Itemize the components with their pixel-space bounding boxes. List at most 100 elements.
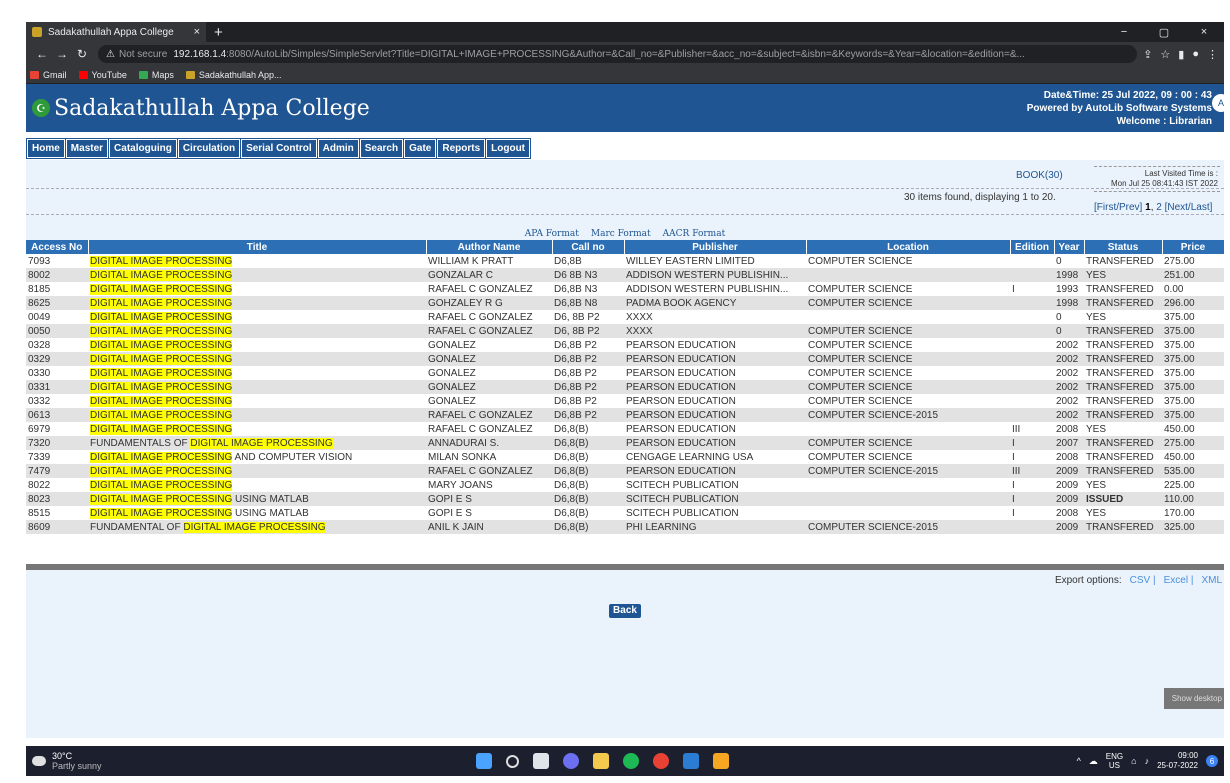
table-row[interactable]: 7339 DIGITAL IMAGE PROCESSING AND COMPUTE… [26,450,1224,464]
access-no-link[interactable]: 6979 [26,422,88,436]
column-header[interactable]: Access No [26,240,89,254]
table-row[interactable]: 0050 DIGITAL IMAGE PROCESSING RAFAEL C GON… [26,324,1224,338]
profile-icon[interactable]: ● [1192,48,1199,61]
avatar[interactable]: A [1212,94,1224,112]
pager-first-prev[interactable]: [First/Prev] [1094,202,1142,213]
access-no-link[interactable]: 0330 [26,366,88,380]
access-no-link[interactable]: 0613 [26,408,88,422]
app-icon[interactable] [713,753,729,769]
column-header[interactable]: Author Name [426,240,553,254]
chat-icon[interactable] [563,753,579,769]
access-no-link[interactable]: 0328 [26,338,88,352]
menu-item-reports[interactable]: Reports [437,139,486,158]
export-csv-link[interactable]: CSV | [1130,575,1156,586]
notification-badge[interactable]: 6 [1206,755,1218,767]
table-row[interactable]: 7320 FUNDAMENTALS OF DIGITAL IMAGE PROCES… [26,436,1224,450]
chevron-up-icon[interactable]: ^ [1077,756,1081,766]
table-row[interactable]: 8625 DIGITAL IMAGE PROCESSING GOHZALEY R G… [26,296,1224,310]
pager-next-last[interactable]: [Next/Last] [1165,202,1213,213]
menu-item-serial-control[interactable]: Serial Control [241,139,317,158]
table-row[interactable]: 7093 DIGITAL IMAGE PROCESSING WILLIAM K PR… [26,254,1224,268]
bookmark-item[interactable]: Maps [138,70,174,80]
access-no-link[interactable]: 8002 [26,268,88,282]
access-no-link[interactable]: 8609 [26,520,88,534]
chrome-icon[interactable] [653,753,669,769]
menu-item-search[interactable]: Search [359,139,404,158]
column-header[interactable]: Price [1162,240,1224,254]
access-no-link[interactable]: 0331 [26,380,88,394]
column-header[interactable]: Publisher [624,240,807,254]
access-no-link[interactable]: 8185 [26,282,88,296]
bookmark-item[interactable]: YouTube [78,70,127,80]
table-row[interactable]: 0613 DIGITAL IMAGE PROCESSING RAFAEL C GON… [26,408,1224,422]
format-link-aacr[interactable]: AACR Format [663,229,726,239]
table-row[interactable]: 8002 DIGITAL IMAGE PROCESSING GONZALAR C D6… [26,268,1224,282]
table-row[interactable]: 0330 DIGITAL IMAGE PROCESSING GONALEZ D6,8B… [26,366,1224,380]
close-tab-icon[interactable]: × [194,26,200,38]
table-row[interactable]: 8515 DIGITAL IMAGE PROCESSING USING MATLA… [26,506,1224,520]
table-row[interactable]: 0328 DIGITAL IMAGE PROCESSING GONALEZ D6,8B… [26,338,1224,352]
pager-page-2[interactable]: 2 [1156,202,1162,213]
access-no-link[interactable]: 0329 [26,352,88,366]
windows-start-icon[interactable] [476,753,492,769]
weather-widget[interactable]: 30°C Partly sunny [32,751,102,771]
close-window-icon[interactable]: × [1184,26,1224,39]
column-header[interactable]: Year [1054,240,1085,254]
minimize-icon[interactable]: − [1104,26,1144,39]
access-no-link[interactable]: 8625 [26,296,88,310]
menu-item-admin[interactable]: Admin [317,139,359,158]
bookmark-item[interactable]: Sadakathullah App... [185,70,281,80]
table-row[interactable]: 0329 DIGITAL IMAGE PROCESSING GONALEZ D6,8B… [26,352,1224,366]
table-row[interactable]: 6979 DIGITAL IMAGE PROCESSING RAFAEL C GON… [26,422,1224,436]
access-no-link[interactable]: 8022 [26,478,88,492]
volume-icon[interactable]: ♪ [1145,756,1150,766]
bookmark-item[interactable]: Gmail [30,70,67,80]
table-row[interactable]: 8022 DIGITAL IMAGE PROCESSING MARY JOANS D6… [26,478,1224,492]
book-count-link[interactable]: BOOK(30) [1016,170,1063,181]
access-no-link[interactable]: 7479 [26,464,88,478]
access-no-link[interactable]: 7320 [26,436,88,450]
table-row[interactable]: 8023 DIGITAL IMAGE PROCESSING USING MATLA… [26,492,1224,506]
menu-dots-icon[interactable]: ⋮ [1207,48,1218,61]
access-no-link[interactable]: 0050 [26,324,88,338]
share-icon[interactable]: ⇪ [1143,48,1152,61]
maximize-icon[interactable]: ▢ [1144,26,1184,39]
format-link-marc[interactable]: Marc Format [591,229,651,239]
table-row[interactable]: 8185 DIGITAL IMAGE PROCESSING RAFAEL C GON… [26,282,1224,296]
table-row[interactable]: 8609 FUNDAMENTAL OF DIGITAL IMAGE PROCESS… [26,520,1224,534]
column-header[interactable]: Title [88,240,427,254]
menu-item-master[interactable]: Master [65,139,109,158]
access-no-link[interactable]: 0049 [26,310,88,324]
column-header[interactable]: Call no [552,240,625,254]
access-no-link[interactable]: 0332 [26,394,88,408]
table-row[interactable]: 7479 DIGITAL IMAGE PROCESSING RAFAEL C GON… [26,464,1224,478]
task-view-icon[interactable] [533,753,549,769]
search-icon[interactable] [506,754,519,768]
spotify-icon[interactable] [623,753,639,769]
table-row[interactable]: 0049 DIGITAL IMAGE PROCESSING RAFAEL C GON… [26,310,1224,324]
column-header[interactable]: Edition [1010,240,1055,254]
export-excel-link[interactable]: Excel | [1164,575,1194,586]
export-xml-link[interactable]: XML [1201,575,1222,586]
menu-item-gate[interactable]: Gate [404,139,437,158]
show-desktop-button[interactable]: Show desktop [1163,688,1224,709]
back-button[interactable]: Back [609,604,641,618]
menu-item-home[interactable]: Home [27,139,65,158]
reload-icon[interactable]: ↻ [72,47,92,61]
menu-item-logout[interactable]: Logout [486,139,531,158]
table-row[interactable]: 0332 DIGITAL IMAGE PROCESSING GONALEZ D6,8B… [26,394,1224,408]
access-no-link[interactable]: 7339 [26,450,88,464]
menu-item-cataloguing[interactable]: Cataloguing [109,139,177,158]
menu-item-circulation[interactable]: Circulation [177,139,241,158]
access-no-link[interactable]: 8023 [26,492,88,506]
browser-tab[interactable]: Sadakathullah Appa College × [26,22,206,42]
new-tab-icon[interactable]: + [214,24,223,41]
network-icon[interactable]: ⌂ [1131,756,1136,766]
file-explorer-icon[interactable] [593,753,609,769]
back-arrow-icon[interactable]: ← [32,47,52,61]
url-input[interactable]: ⚠ Not secure 192.168.1.4:8080/AutoLib/Si… [98,45,1138,63]
access-no-link[interactable]: 8515 [26,506,88,520]
clock[interactable]: 09:00 25-07-2022 [1157,751,1198,771]
table-row[interactable]: 0331 DIGITAL IMAGE PROCESSING GONALEZ D6,8B… [26,380,1224,394]
cloud-tray-icon[interactable]: ☁ [1089,756,1098,767]
